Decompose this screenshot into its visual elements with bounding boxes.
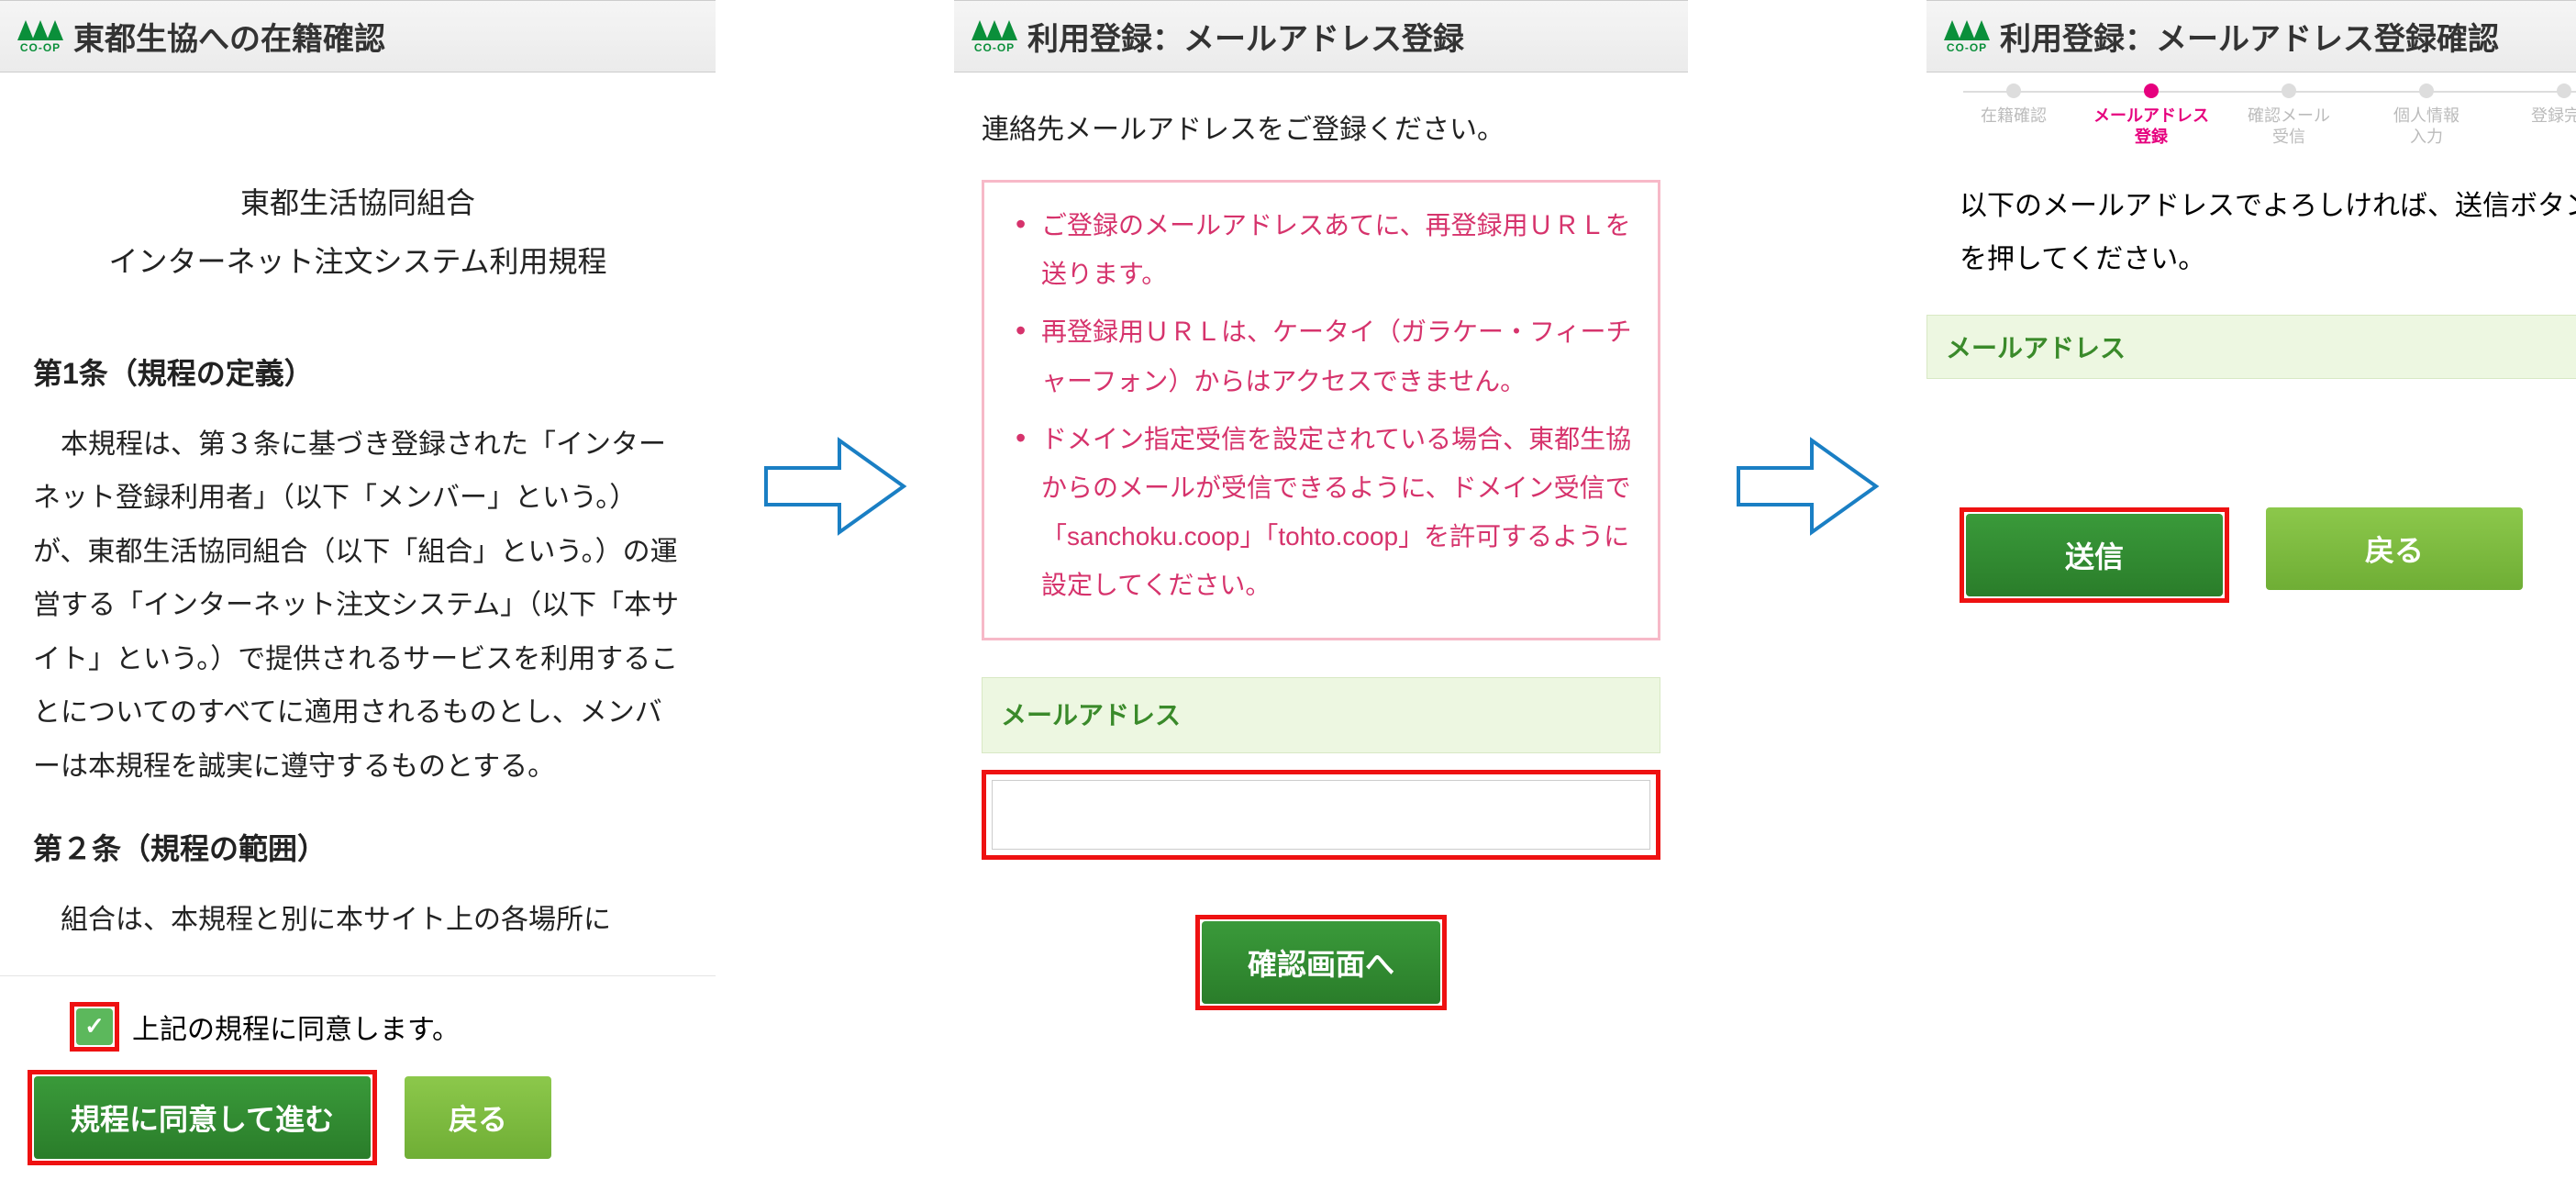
step-label: 在籍確認 [1981, 106, 2047, 127]
back-button[interactable]: 戻る [2266, 507, 2523, 590]
send-button[interactable]: 送信 [1966, 514, 2223, 596]
email-display-value [1926, 379, 2576, 471]
panel-membership-check: CO-OP 東都生協への在籍確認 東都生活協同組合 インターネット注文システム利… [0, 0, 716, 1202]
step-dot-icon [2557, 83, 2571, 98]
back-button[interactable]: 戻る [405, 1076, 551, 1159]
coop-logo-icon: CO-OP [18, 20, 62, 53]
notes-box: ご登録のメールアドレスあてに、再登録用ＵＲＬを送ります。 再登録用ＵＲＬは、ケー… [982, 180, 1660, 640]
agree-label: 上記の規程に同意します。 [132, 1007, 460, 1047]
checkbox-highlight: ✓ [70, 1002, 119, 1052]
panel2-header: CO-OP 利用登録：メールアドレス登録 [954, 0, 1688, 72]
send-button-highlight: 送信 [1960, 507, 2229, 603]
panel1-body: 東都生活協同組合 インターネット注文システム利用規程 第1条（規程の定義） 本規… [0, 72, 716, 975]
agree-checkbox-icon[interactable]: ✓ [76, 1008, 113, 1045]
progress-stepper: 在籍確認 メールアドレス 登録 確認メール 受信 個人情報 入力 登録完了 [1926, 72, 2576, 156]
to-confirm-button[interactable]: 確認画面へ [1202, 921, 1440, 1004]
terms-intro: 東都生活協同組合 インターネット注文システム利用規程 [33, 173, 683, 291]
article2-heading: 第２条（規程の範囲） [33, 821, 683, 877]
step-item: 確認メール 受信 [2220, 83, 2358, 149]
intro-line2: インターネット注文システム利用規程 [33, 232, 683, 291]
flow-arrow-2-icon [1725, 0, 1890, 569]
step-item: 個人情報 入力 [2358, 83, 2495, 149]
coop-logo-icon: CO-OP [1945, 20, 1989, 53]
confirm-instruction: 以下のメールアドレスでよろしければ、送信ボタンを押してください。 [1926, 156, 2576, 306]
panel-email-register: CO-OP 利用登録：メールアドレス登録 連絡先メールアドレスをご登録ください。… [954, 0, 1688, 1010]
panel2-subtext: 連絡先メールアドレスをご登録ください。 [982, 104, 1660, 156]
note-item: ご登録のメールアドレスあてに、再登録用ＵＲＬを送ります。 [1016, 201, 1632, 298]
step-item: メールアドレス 登録 [2082, 83, 2220, 149]
coop-logo-icon: CO-OP [972, 20, 1016, 53]
confirm-button-highlight: 確認画面へ [1195, 915, 1447, 1010]
panel3-header: CO-OP 利用登録：メールアドレス登録確認 [1926, 0, 2576, 72]
step-dot-icon [2006, 83, 2021, 98]
article1-heading: 第1条（規程の定義） [33, 346, 683, 402]
email-input-highlight [982, 770, 1660, 860]
step-dot-icon [2419, 83, 2434, 98]
step-dot-icon [2144, 83, 2159, 98]
step-label: 確認メール 受信 [2248, 106, 2330, 149]
step-label: 登録完了 [2531, 106, 2576, 127]
email-input[interactable] [992, 780, 1650, 850]
agree-button-highlight: 規程に同意して進む [28, 1070, 377, 1165]
panel1-title: 東都生協への在籍確認 [73, 14, 385, 59]
panel-email-confirm: CO-OP 利用登録：メールアドレス登録確認 在籍確認 メールアドレス 登録 確… [1926, 0, 2576, 640]
panel2-title: 利用登録：メールアドレス登録 [1027, 14, 1464, 59]
panel1-footer: ✓ 上記の規程に同意します。 規程に同意して進む 戻る [0, 975, 716, 1202]
agree-checkbox-row[interactable]: ✓ 上記の規程に同意します。 [70, 1002, 688, 1052]
article1-body: 本規程は、第３条に基づき登録された「インターネット登録利用者」（以下「メンバー」… [33, 418, 683, 795]
panel3-title: 利用登録：メールアドレス登録確認 [2000, 14, 2499, 59]
step-label: 個人情報 入力 [2393, 106, 2459, 149]
panel1-header: CO-OP 東都生協への在籍確認 [0, 0, 716, 72]
article2-body: 組合は、本規程と別に本サイト上の各場所に [33, 894, 683, 948]
email-field-label: メールアドレス [1926, 315, 2576, 379]
agree-proceed-button[interactable]: 規程に同意して進む [34, 1076, 371, 1159]
step-dot-icon [2282, 83, 2296, 98]
intro-line1: 東都生活協同組合 [33, 173, 683, 232]
note-item: ドメイン指定受信を設定されている場合、東都生協からのメールが受信できるように、ド… [1016, 415, 1632, 610]
panel2-body: 連絡先メールアドレスをご登録ください。 ご登録のメールアドレスあてに、再登録用Ｕ… [954, 72, 1688, 1010]
step-item: 登録完了 [2495, 83, 2576, 127]
step-item: 在籍確認 [1945, 83, 2082, 127]
email-field-label: メールアドレス [982, 677, 1660, 753]
note-item: 再登録用ＵＲＬは、ケータイ（ガラケー・フィーチャーフォン）からはアクセスできませ… [1016, 307, 1632, 405]
flow-arrow-1-icon [752, 0, 917, 569]
step-label: メールアドレス 登録 [2093, 106, 2209, 149]
